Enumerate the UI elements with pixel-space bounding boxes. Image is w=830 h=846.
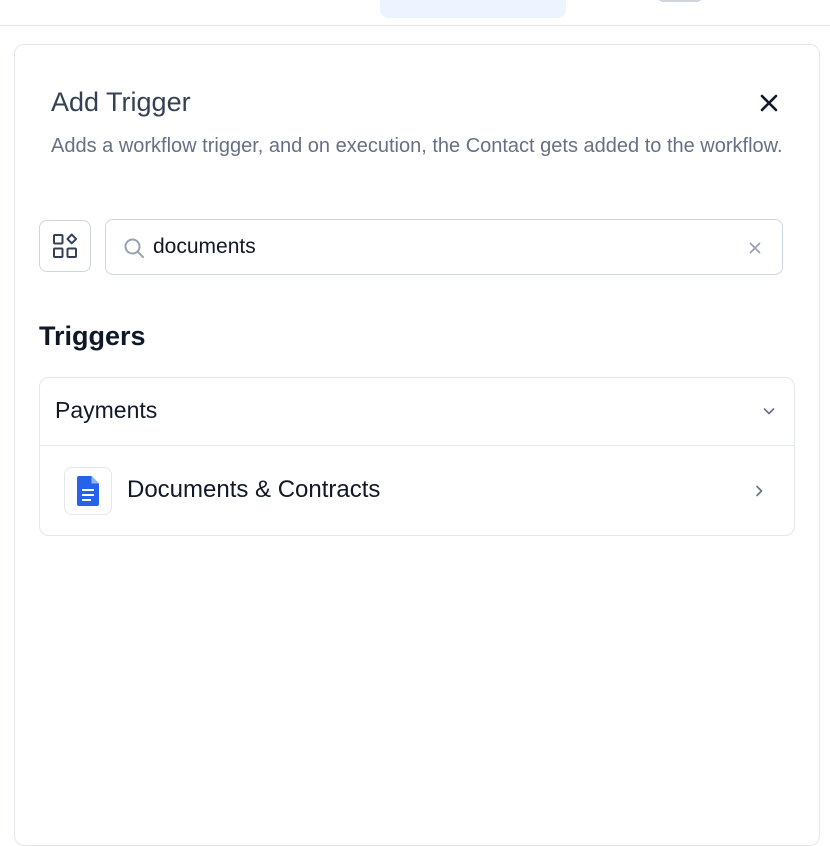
group-label: Payments	[55, 397, 158, 423]
top-bar	[0, 0, 830, 26]
add-trigger-panel: Add Trigger Adds a workflow trigger, and…	[14, 44, 820, 846]
clear-icon[interactable]	[743, 236, 767, 260]
trigger-group-card: Payments Documents & Contracts	[39, 377, 795, 536]
search-input[interactable]	[153, 228, 713, 266]
avatar[interactable]	[656, 0, 704, 2]
grid-shapes-icon	[53, 233, 78, 258]
close-button[interactable]	[753, 87, 785, 119]
document-icon	[77, 476, 99, 506]
panel-title: Add Trigger	[51, 87, 191, 117]
panel-description: Adds a workflow trigger, and on executio…	[51, 135, 783, 157]
active-tab[interactable]	[380, 0, 566, 18]
search-field[interactable]	[105, 219, 783, 275]
trigger-item-documents-contracts[interactable]: Documents & Contracts	[40, 446, 794, 535]
document-icon-tile	[64, 467, 112, 515]
group-header-payments[interactable]: Payments	[40, 378, 794, 446]
triggers-heading: Triggers	[39, 321, 146, 351]
close-icon	[760, 94, 778, 112]
chevron-down-icon	[763, 408, 775, 415]
filter-button[interactable]	[39, 220, 91, 272]
chevron-right-icon	[756, 485, 763, 497]
trigger-item-label: Documents & Contracts	[127, 476, 381, 503]
search-icon	[124, 238, 144, 258]
